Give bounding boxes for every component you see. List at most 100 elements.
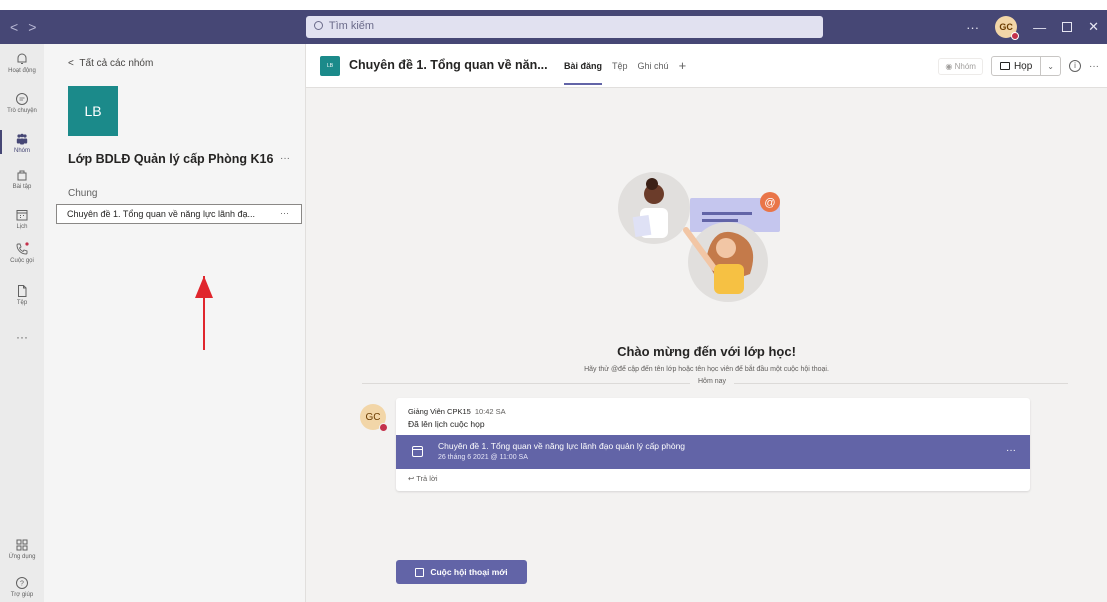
teams-icon (16, 133, 28, 145)
title-bar: <> Tìm kiếm ··· GC — ✕ (0, 10, 1107, 44)
post-meta: Giảng Viên CPK15 10:42 SA (408, 407, 506, 416)
post-time: 10:42 SA (474, 407, 506, 416)
rail-item-teams[interactable]: Nhóm (0, 130, 44, 154)
post-card: Giảng Viên CPK15 10:42 SA Đã lên lịch cuộ… (396, 398, 1030, 491)
svg-text:@: @ (764, 197, 775, 209)
reply-icon: ↩ (408, 474, 415, 483)
rail-label: Lịch (16, 224, 28, 230)
new-conversation-label: Cuộc hội thoại mới (430, 567, 508, 577)
video-camera-icon (999, 62, 1010, 70)
meeting-title: Chuyên đề 1. Tổng quan về năng lực lãnh … (438, 441, 686, 451)
search-placeholder: Tìm kiếm (328, 20, 375, 32)
posts-feed: @ Chào mừng đến với lớp học! Hãy thử @để… (306, 88, 1107, 602)
welcome-hint: Hãy thử @để cập đến tên lớp hoặc tên học… (584, 366, 829, 373)
maximize-icon[interactable] (1062, 22, 1073, 32)
rail-label: Nhóm (13, 148, 30, 154)
back-arrow-icon[interactable]: < (10, 19, 28, 35)
chevron-down-icon[interactable]: ⌄ (1041, 62, 1060, 71)
meet-button[interactable]: Họp ⌄ (990, 56, 1061, 76)
team-logo: LB (68, 86, 118, 136)
info-icon[interactable]: i (1069, 60, 1081, 72)
calendar-icon (412, 446, 423, 457)
profile-initials: GC (999, 22, 1013, 32)
rail-label: Cuộc gọi (10, 258, 34, 264)
bell-icon (17, 53, 27, 64)
file-icon (18, 285, 27, 297)
team-name: Lớp BDLĐ Quản lý cấp Phòng K16 (68, 152, 274, 166)
reply-label: Trả lời (416, 474, 438, 483)
team-panel: < Tất cả các nhóm LB Lớp BDLĐ Quản lý cấ… (44, 44, 306, 602)
post-author: Giảng Viên CPK15 (408, 407, 471, 416)
channel-name: Chuyên đề 1. Tổng quan về năng lực lãnh … (67, 209, 255, 219)
rail-item-help[interactable]: ? Trợ giúp (0, 576, 44, 598)
header-actions: ◉ Nhóm Họp ⌄ i ··· (938, 56, 1099, 76)
more-options-icon[interactable]: ··· (966, 20, 979, 35)
meet-label: Họp (1013, 60, 1033, 72)
chat-icon (16, 93, 28, 105)
rail-item-files[interactable]: Tệp (0, 284, 44, 306)
meeting-card[interactable]: Chuyên đề 1. Tổng quan về năng lực lãnh … (396, 435, 1030, 469)
rail-item-assignments[interactable]: Bài tập (0, 168, 44, 190)
reply-button[interactable]: ↩ Trả lời (408, 474, 438, 483)
channel-general[interactable]: Chung (68, 188, 97, 199)
date-divider-label: Hôm nay (690, 378, 735, 385)
meet-now-button[interactable]: Họp (992, 57, 1042, 75)
rail-label: Bài tập (12, 184, 32, 190)
tab-notes[interactable]: Ghi chú (638, 61, 669, 85)
phone-icon (16, 242, 29, 255)
chevron-left-icon: < (68, 58, 74, 69)
rail-label: Hoạt động (8, 68, 36, 74)
team-button[interactable]: ◉ Nhóm (938, 57, 983, 75)
tab-files[interactable]: Tệp (612, 61, 628, 85)
top-strip (0, 0, 1107, 10)
rail-label: Trợ giúp (10, 592, 34, 598)
search-input[interactable]: Tìm kiếm (306, 16, 823, 38)
channel-logo: LB (320, 56, 340, 76)
svg-text:?: ? (20, 581, 24, 588)
app-rail: Hoạt động Trò chuyện Nhóm Bài tập Lịch C… (0, 44, 44, 602)
close-icon[interactable]: ✕ (1088, 19, 1099, 35)
rail-more-icon[interactable]: ··· (0, 330, 44, 344)
rail-label: Tệp (16, 300, 28, 306)
status-busy-icon (1011, 32, 1020, 40)
team-button-label: Nhóm (954, 61, 976, 71)
eye-icon: ◉ (945, 61, 953, 71)
channel-title: Chuyên đề 1. Tổng quan về năn... (349, 58, 548, 72)
history-arrows[interactable]: <> (10, 19, 46, 35)
author-initials: GC (365, 411, 381, 423)
channel-header: LB Chuyên đề 1. Tổng quan về năn... Bài … (306, 44, 1107, 88)
header-more-icon[interactable]: ··· (1089, 61, 1099, 72)
add-tab-icon[interactable]: + (679, 59, 687, 85)
rail-item-chat[interactable]: Trò chuyện (0, 92, 44, 114)
meeting-more-icon[interactable]: ··· (1006, 445, 1016, 456)
minimize-icon[interactable]: — (1033, 20, 1046, 35)
calendar-icon (16, 210, 28, 221)
rail-item-activity[interactable]: Hoạt động (0, 52, 44, 74)
rail-item-apps[interactable]: Ứng dụng (0, 538, 44, 560)
help-icon: ? (16, 577, 28, 589)
author-avatar[interactable]: GC (360, 404, 388, 432)
new-conversation-button[interactable]: Cuộc hội thoại mới (396, 560, 527, 584)
channel-more-icon[interactable]: ··· (280, 208, 289, 218)
annotation-arrow (203, 276, 205, 350)
welcome-heading: Chào mừng đến với lớp học! (617, 344, 796, 359)
rail-label: Trò chuyện (7, 108, 37, 114)
all-teams-label: Tất cả các nhóm (79, 58, 154, 69)
tab-posts[interactable]: Bài đăng (564, 61, 603, 85)
rail-item-calls[interactable]: Cuộc gọi (0, 242, 44, 264)
search-icon (314, 21, 323, 30)
forward-arrow-icon[interactable]: > (28, 19, 46, 35)
all-teams-link[interactable]: < Tất cả các nhóm (68, 58, 153, 69)
rail-item-calendar[interactable]: Lịch (0, 208, 44, 230)
channel-tabs: Bài đăng Tệp Ghi chú + (564, 59, 687, 85)
channel-item-selected[interactable]: Chuyên đề 1. Tổng quan về năng lực lãnh … (56, 204, 302, 224)
profile-avatar[interactable]: GC (995, 16, 1020, 40)
post-text: Đã lên lịch cuộc họp (408, 419, 485, 429)
window-controls: ··· GC — ✕ (966, 16, 1099, 40)
welcome-illustration-icon: @ (618, 172, 780, 302)
team-more-icon[interactable]: ··· (280, 153, 290, 164)
assignments-icon (17, 170, 27, 181)
status-busy-icon (379, 423, 388, 432)
rail-label: Ứng dụng (8, 554, 36, 560)
apps-icon (16, 539, 28, 551)
